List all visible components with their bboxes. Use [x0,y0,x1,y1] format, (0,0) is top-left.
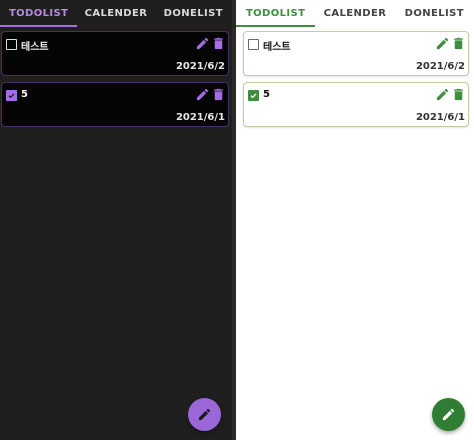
pencil-icon [442,408,455,421]
todo-checkbox[interactable] [6,39,17,50]
dark-theme-panel: TODOLIST CALENDER DONELIST 테스트 2021/6/2 … [0,0,232,440]
todo-title: 5 [21,89,28,100]
todo-checkbox[interactable] [248,90,259,101]
tab-todolist[interactable]: TODOLIST [0,0,78,27]
pencil-icon [198,408,211,421]
todo-title: 테스트 [21,42,49,53]
todo-card[interactable]: 테스트 2021/6/2 [243,31,469,76]
edit-icon[interactable] [195,87,210,102]
tab-donelist[interactable]: DONELIST [395,0,474,27]
todo-date: 2021/6/1 [175,112,225,123]
tab-donelist[interactable]: DONELIST [155,0,232,27]
tab-bar: TODOLIST CALENDER DONELIST [0,0,232,27]
add-todo-button[interactable] [432,398,465,431]
tab-calender[interactable]: CALENDER [77,0,154,27]
trash-icon[interactable] [451,87,466,102]
trash-icon[interactable] [211,87,226,102]
trash-icon[interactable] [211,36,226,51]
trash-icon[interactable] [451,36,466,51]
light-theme-panel: TODOLIST CALENDER DONELIST 테스트 2021/6/2 … [236,0,474,440]
todo-checkbox[interactable] [248,39,259,50]
todo-title: 테스트 [263,42,291,53]
tab-todolist[interactable]: TODOLIST [236,0,316,27]
todo-checkbox[interactable] [6,90,17,101]
tab-calender[interactable]: CALENDER [315,0,394,27]
add-todo-button[interactable] [188,398,221,431]
edit-icon[interactable] [195,36,210,51]
todo-card[interactable]: 5 2021/6/1 [243,82,469,127]
todo-date: 2021/6/2 [415,61,465,72]
todo-date: 2021/6/2 [175,61,225,72]
todo-card[interactable]: 5 2021/6/1 [1,82,229,127]
edit-icon[interactable] [435,36,450,51]
todo-title: 5 [263,89,270,100]
todo-date: 2021/6/1 [415,112,465,123]
tab-bar: TODOLIST CALENDER DONELIST [236,0,474,27]
edit-icon[interactable] [435,87,450,102]
todo-card[interactable]: 테스트 2021/6/2 [1,31,229,76]
